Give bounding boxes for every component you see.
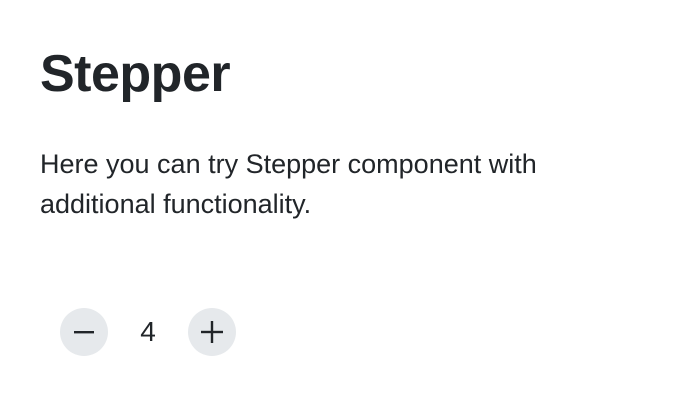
page: Stepper Here you can try Stepper compone… [0, 0, 686, 416]
minus-icon [74, 331, 94, 334]
increment-button[interactable] [188, 308, 236, 356]
decrement-button[interactable] [60, 308, 108, 356]
stepper-value: 4 [140, 316, 156, 347]
quantity-stepper: 4 [60, 308, 236, 356]
plus-icon [201, 321, 223, 343]
page-description: Here you can try Stepper component with … [40, 149, 537, 219]
page-title: Stepper [40, 45, 231, 103]
